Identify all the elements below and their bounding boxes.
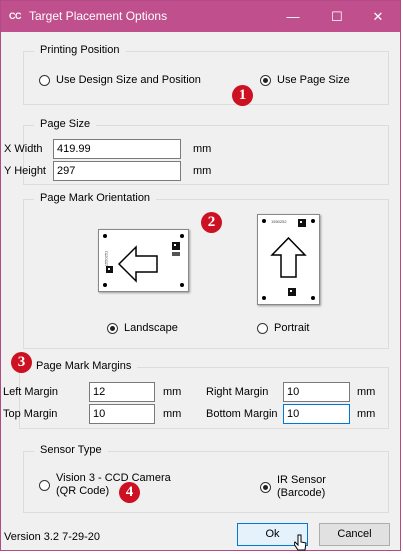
landscape-label[interactable]: Landscape xyxy=(124,322,178,334)
y-height-input[interactable]: 297 xyxy=(53,161,181,181)
version-text: Version 3.2 7-29-20 xyxy=(4,531,101,543)
dialog-window: CC Target Placement Options — ☐ ✕ Printi… xyxy=(0,0,401,551)
printing-position-label: Printing Position xyxy=(34,44,126,56)
use-design-size-label[interactable]: Use Design Size and Position xyxy=(56,74,201,86)
left-margin-unit: mm xyxy=(163,386,182,398)
app-icon: CC xyxy=(9,11,22,21)
portrait-card-code: 1550252 xyxy=(271,219,287,224)
bottom-margin-input[interactable]: 10 xyxy=(283,404,350,424)
annotation-marker-3: 3 xyxy=(11,352,32,373)
portrait-preview-graphic xyxy=(262,219,315,300)
left-margin-input[interactable]: 12 xyxy=(89,382,155,402)
portrait-radio[interactable] xyxy=(257,323,268,334)
landscape-preview[interactable]: 1550251 xyxy=(98,229,189,292)
right-margin-label: Right Margin xyxy=(206,386,269,398)
landscape-card-code: 1550251 xyxy=(103,250,109,267)
y-height-unit: mm xyxy=(193,165,212,177)
vision-sensor-label-line2[interactable]: (QR Code) xyxy=(56,485,109,497)
left-margin-label: Left Margin xyxy=(3,386,59,398)
vision-sensor-radio[interactable] xyxy=(39,480,50,491)
vision-sensor-label-line1[interactable]: Vision 3 - CCD Camera xyxy=(56,472,171,484)
ir-sensor-label-line2[interactable]: (Barcode) xyxy=(277,487,325,499)
minimize-button[interactable]: — xyxy=(271,1,315,32)
mouse-cursor-icon xyxy=(294,534,307,551)
ir-sensor-radio[interactable] xyxy=(260,482,271,493)
annotation-marker-4: 4 xyxy=(119,482,140,503)
x-width-unit: mm xyxy=(193,143,212,155)
x-width-label: X Width xyxy=(4,143,43,155)
use-design-size-radio[interactable] xyxy=(39,75,50,86)
ir-sensor-label-line1[interactable]: IR Sensor xyxy=(277,474,326,486)
use-page-size-label[interactable]: Use Page Size xyxy=(277,74,350,86)
x-width-input[interactable]: 419.99 xyxy=(53,139,181,159)
maximize-button[interactable]: ☐ xyxy=(315,1,359,32)
close-button[interactable]: ✕ xyxy=(356,1,400,32)
top-margin-label: Top Margin xyxy=(3,408,58,420)
right-margin-input[interactable]: 10 xyxy=(283,382,350,402)
window-title: Target Placement Options xyxy=(29,9,168,23)
landscape-preview-graphic xyxy=(103,234,184,287)
orientation-label: Page Mark Orientation xyxy=(34,192,157,204)
landscape-radio[interactable] xyxy=(107,323,118,334)
sensor-label: Sensor Type xyxy=(34,444,108,456)
bottom-margin-label: Bottom Margin xyxy=(206,408,278,420)
portrait-label[interactable]: Portrait xyxy=(274,322,309,334)
y-height-label: Y Height xyxy=(4,165,46,177)
annotation-marker-1: 1 xyxy=(232,85,253,106)
top-margin-unit: mm xyxy=(163,408,182,420)
title-bar[interactable]: CC Target Placement Options — ☐ ✕ xyxy=(1,1,400,32)
cancel-button[interactable]: Cancel xyxy=(319,523,390,546)
use-page-size-radio[interactable] xyxy=(260,75,271,86)
annotation-marker-2: 2 xyxy=(201,212,222,233)
margins-label: Page Mark Margins xyxy=(30,360,138,372)
right-margin-unit: mm xyxy=(357,386,376,398)
portrait-preview[interactable]: 1550252 xyxy=(257,214,320,305)
top-margin-input[interactable]: 10 xyxy=(89,404,155,424)
page-size-label: Page Size xyxy=(34,118,97,130)
bottom-margin-unit: mm xyxy=(357,408,376,420)
